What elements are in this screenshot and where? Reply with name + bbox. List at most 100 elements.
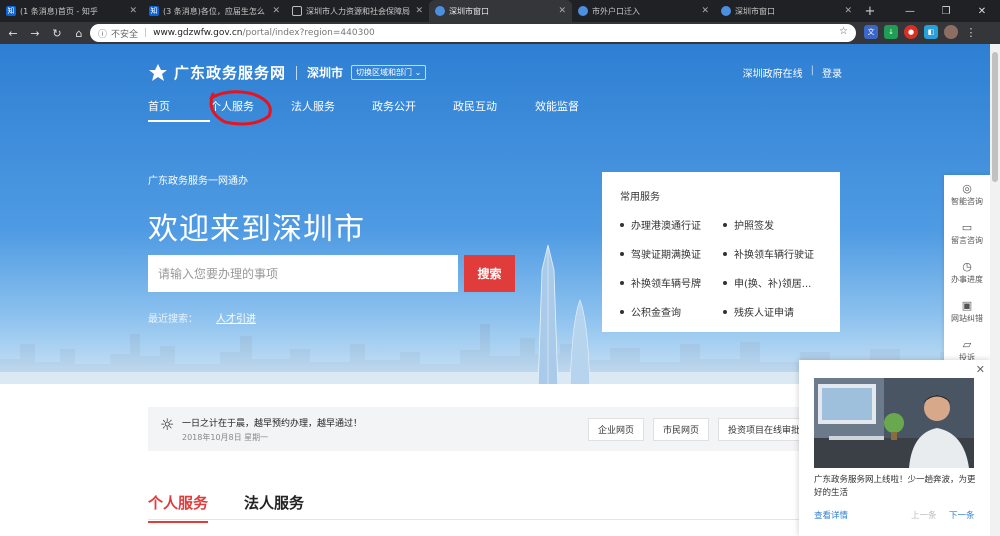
service-link[interactable]: 申(换、补)领居... [723, 275, 822, 290]
security-label: 不安全 [111, 29, 139, 40]
close-tab-icon[interactable]: ✕ [272, 6, 280, 16]
blue-extension-icon[interactable]: ◧ [924, 25, 938, 39]
clock-icon: ◷ [962, 259, 972, 273]
nav-public-interaction[interactable]: 政民互动 [453, 98, 535, 122]
tower-image [537, 244, 591, 384]
divider: | [810, 65, 814, 76]
scrollbar-thumb[interactable] [992, 52, 998, 182]
recent-label: 最近搜索： [148, 314, 198, 325]
message-consult-button[interactable]: ▭ 留言咨询 [944, 214, 990, 253]
nav-gov-affairs[interactable]: 政务公开 [372, 98, 453, 122]
browser-tab[interactable]: 知 (3 条消息)各位，应届生怎么 ✕ [143, 0, 286, 22]
divider [148, 519, 840, 520]
view-details-link[interactable]: 查看详情 [814, 509, 848, 521]
maximize-icon[interactable]: ❐ [928, 0, 964, 22]
minimize-icon[interactable]: — [892, 0, 928, 22]
gd-logo-icon [149, 63, 167, 81]
complaint-icon: ▱ [962, 337, 972, 351]
document-icon [292, 6, 302, 16]
service-link[interactable]: 驾驶证期满换证 [620, 246, 723, 261]
region-switch-button[interactable]: 切换区域和部门 ⌄ [351, 65, 427, 80]
service-link[interactable]: 办理港澳通行证 [620, 217, 723, 232]
red-circle-annotation [209, 90, 272, 126]
reload-icon[interactable]: ↻ [48, 22, 66, 44]
previous-button[interactable]: 上一条 [911, 509, 937, 521]
investment-approval-link[interactable]: 投资项目在线审批 [718, 418, 811, 441]
headset-icon: ◎ [962, 181, 972, 195]
browser-tab-active[interactable]: 深圳市窗口 ✕ [429, 0, 572, 22]
error-report-button[interactable]: ▣ 网站纠错 [944, 292, 990, 331]
hero-slogan: 广东政务服务一网通办 [148, 176, 248, 187]
nav-home[interactable]: 首页 [148, 98, 210, 122]
common-services-title: 常用服务 [620, 192, 660, 203]
new-tab-button[interactable]: + [858, 0, 882, 22]
browser-tab-bar: 知 (1 条消息)首页 - 知乎 ✕ 知 (3 条消息)各位，应届生怎么 ✕ 深… [0, 0, 1000, 22]
side-toolbar: ◎ 智能咨询 ▭ 留言咨询 ◷ 办事进度 ▣ 网站纠错 ▱ 投诉 [944, 175, 990, 362]
login-link[interactable]: 登录 [822, 65, 842, 80]
city-name: 深圳市 [307, 66, 344, 80]
news-photo-image [814, 378, 974, 468]
brand-name[interactable]: 广东政务服务网 [174, 62, 286, 83]
service-link[interactable]: 补换领车辆行驶证 [723, 246, 822, 261]
notice-message: 一日之计在于晨，越早预约办理，越早通过！ [182, 419, 363, 429]
close-icon[interactable]: ✕ [976, 363, 985, 376]
divider: | [144, 28, 148, 38]
info-icon[interactable]: ⓘ [98, 27, 107, 40]
close-tab-icon[interactable]: ✕ [415, 6, 423, 16]
service-link[interactable]: 残疾人证申请 [723, 304, 822, 319]
citizen-page-link[interactable]: 市民网页 [653, 418, 710, 441]
gov-online-link[interactable]: 深圳政府在线 [743, 65, 803, 80]
close-tab-icon[interactable]: ✕ [129, 6, 137, 16]
download-extension-icon[interactable]: ↓ [884, 25, 898, 39]
extension-icons: 文 ↓ ● ◧ ⋮ [864, 25, 978, 39]
page-scrollbar[interactable] [990, 44, 1000, 536]
translate-extension-icon[interactable]: 文 [864, 25, 878, 39]
browser-tab[interactable]: 知 (1 条消息)首页 - 知乎 ✕ [0, 0, 143, 22]
recent-searches: 最近搜索： 人才引进 [148, 310, 256, 325]
close-window-icon[interactable]: ✕ [964, 0, 1000, 22]
zhihu-icon: 知 [6, 6, 16, 16]
news-popup: ✕ 广东政务服务网上线啦！少一趟奔波，为更好的生活 查看详情 上一条 下一条 [799, 360, 990, 536]
address-bar[interactable]: ⓘ 不安全 | www.gdzwfw.gov.cn/portal/index?r… [90, 24, 856, 42]
url-host: www.gdzwfw.gov.cn [153, 28, 243, 38]
enterprise-page-link[interactable]: 企业网页 [588, 418, 645, 441]
zhihu-icon: 知 [149, 6, 159, 16]
service-link[interactable]: 护照签发 [723, 217, 822, 232]
close-tab-icon[interactable]: ✕ [558, 6, 566, 16]
sunrise-icon: ☼ [160, 415, 175, 434]
common-services-panel: 常用服务 办理港澳通行证 护照签发 驾驶证期满换证 补换领车辆行驶证 补换领车辆… [602, 172, 840, 332]
forward-icon[interactable]: → [26, 22, 44, 44]
red-extension-icon[interactable]: ● [904, 25, 918, 39]
nav-corporate-services[interactable]: 法人服务 [291, 98, 372, 122]
browser-menu-icon[interactable]: ⋮ [964, 25, 978, 39]
recent-keyword-link[interactable]: 人才引进 [216, 314, 256, 325]
close-tab-icon[interactable]: ✕ [844, 6, 852, 16]
nav-performance-supervision[interactable]: 效能监督 [535, 98, 615, 122]
browser-tab[interactable]: 深圳市人力资源和社会保障局 ✕ [286, 0, 429, 22]
window-controls: — ❐ ✕ [892, 0, 1000, 22]
bookmark-star-icon[interactable]: ☆ [839, 26, 848, 37]
hero-banner: 广东政务服务网 深圳市 切换区域和部门 ⌄ 深圳政府在线 | 登录 首页 个人服… [0, 44, 990, 384]
search-input[interactable] [158, 266, 458, 281]
gd-logo-icon [721, 6, 731, 16]
web-page: 广东政务服务网 深圳市 切换区域和部门 ⌄ 深圳政府在线 | 登录 首页 个人服… [0, 44, 990, 536]
next-button[interactable]: 下一条 [949, 509, 975, 521]
browser-tab[interactable]: 深圳市窗口 ✕ [715, 0, 858, 22]
message-icon: ▭ [961, 220, 973, 234]
home-icon[interactable]: ⌂ [70, 22, 88, 44]
search-button[interactable]: 搜索 [464, 255, 515, 292]
close-tab-icon[interactable]: ✕ [701, 6, 709, 16]
brand-block: 广东政务服务网 深圳市 切换区域和部门 ⌄ [148, 62, 427, 83]
progress-button[interactable]: ◷ 办事进度 [944, 253, 990, 292]
browser-tab[interactable]: 市外户口迁入 ✕ [572, 0, 715, 22]
notice-links: 企业网页 市民网页 投资项目在线审批 [588, 418, 811, 441]
gd-logo-icon [578, 6, 588, 16]
url-path: /portal/index?region=440300 [242, 28, 375, 38]
service-link[interactable]: 公积金查询 [620, 304, 723, 319]
profile-avatar[interactable] [944, 25, 958, 39]
service-link[interactable]: 补换领车辆号牌 [620, 275, 723, 290]
smart-consult-button[interactable]: ◎ 智能咨询 [944, 175, 990, 214]
search-box[interactable] [148, 255, 458, 292]
back-icon[interactable]: ← [4, 22, 22, 44]
divider [296, 65, 298, 80]
